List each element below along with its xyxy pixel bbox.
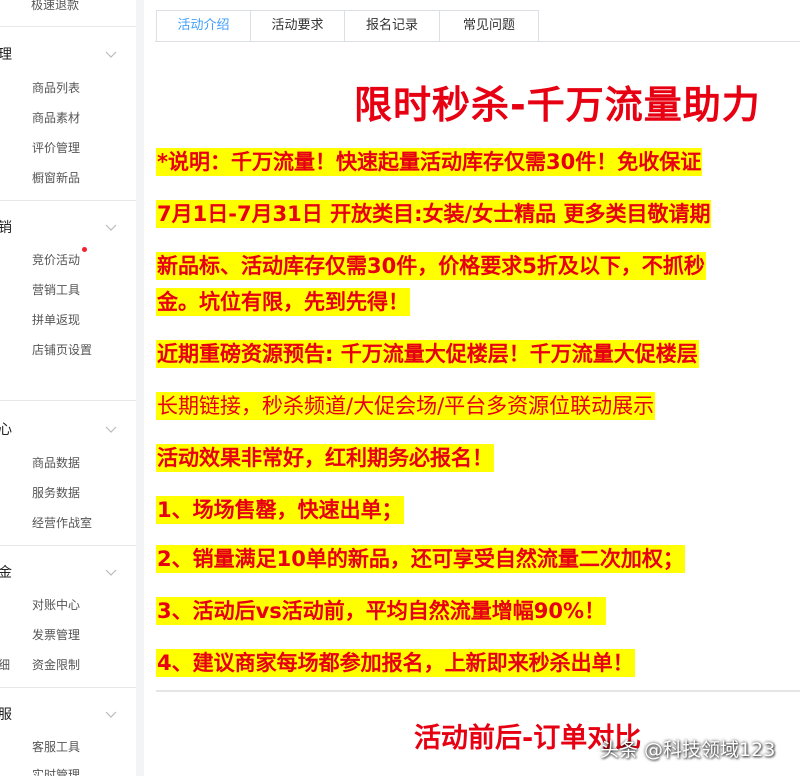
- promo-line: 1、场场售罄，快速出单；: [156, 496, 404, 524]
- sidebar-item-showcase[interactable]: 橱窗新品: [32, 169, 80, 186]
- layout-gutter: [136, 0, 144, 776]
- sidebar-group-title-service[interactable]: 服: [0, 704, 12, 724]
- sidebar-group-title-product[interactable]: 理: [0, 44, 12, 64]
- promo-line: 4、建议商家每场都参加报名，上新即来秒杀出单！: [156, 649, 635, 677]
- sidebar-divider: [0, 545, 136, 546]
- sidebar-item-product-material[interactable]: 商品素材: [32, 109, 80, 126]
- tab-activity-requirements[interactable]: 活动要求: [250, 10, 345, 41]
- sidebar-item-product-data[interactable]: 商品数据: [32, 454, 80, 471]
- sidebar-group-title-data[interactable]: 心: [0, 419, 12, 439]
- sidebar-divider: [0, 400, 136, 401]
- promo-line: 长期链接，秒杀频道/大促会场/平台多资源位联动展示: [156, 392, 656, 420]
- chevron-down-icon[interactable]: [104, 47, 118, 61]
- sidebar-item-service-data[interactable]: 服务数据: [32, 484, 80, 501]
- sidebar-item-cs-tools[interactable]: 客服工具: [32, 738, 80, 755]
- promo-line: 2、销量满足10单的新品，还可享受自然流量二次加权；: [156, 545, 685, 573]
- sidebar-item-bidding[interactable]: 竞价活动: [32, 251, 80, 268]
- promo-line: 3、活动后vs活动前，平均自然流量增幅90%！: [156, 597, 607, 625]
- watermark: 头条 @科技领域123: [600, 739, 776, 761]
- sidebar-item-refund[interactable]: 极速退款: [31, 0, 79, 13]
- content-divider: [156, 690, 800, 692]
- chevron-down-icon[interactable]: [104, 707, 118, 721]
- sidebar-item-store-settings[interactable]: 店铺页设置: [32, 341, 92, 358]
- sidebar-item-cashback[interactable]: 拼单返现: [32, 311, 80, 328]
- sidebar-side-label: 细: [0, 658, 11, 672]
- tab-signup-records[interactable]: 报名记录: [344, 10, 440, 41]
- promo-line: 活动效果非常好，红利期务必报名！: [156, 444, 494, 472]
- tab-activity-intro[interactable]: 活动介绍: [156, 10, 251, 42]
- sidebar-group-title-finance[interactable]: 金: [0, 562, 12, 582]
- main-panel: 活动介绍 活动要求 报名记录 常见问题 限时秒杀-千万流量助力 *说明：千万流量…: [144, 0, 800, 776]
- sidebar-group-title-marketing[interactable]: 销: [0, 217, 12, 237]
- promo-line: 金。坑位有限，先到先得！: [156, 288, 410, 316]
- notification-dot: [82, 247, 87, 252]
- sidebar-divider: [0, 200, 136, 201]
- promo-line: 新品标、活动库存仅需30件，价格要求5折及以下，不抓秒: [156, 252, 706, 280]
- promo-line: 7月1日-7月31日 开放类目:女装/女士精品 更多类目敬请期: [156, 200, 712, 228]
- sidebar-item-review[interactable]: 评价管理: [32, 139, 80, 156]
- sidebar-item-war-room[interactable]: 经营作战室: [32, 514, 92, 531]
- activity-content: 限时秒杀-千万流量助力 *说明：千万流量！快速起量活动库存仅需30件！免收保证 …: [156, 42, 800, 776]
- promo-line: 近期重磅资源预告: 千万流量大促楼层！千万流量大促楼层: [156, 340, 699, 368]
- promo-title: 限时秒杀-千万流量助力: [354, 83, 761, 127]
- sidebar-item-fund-limit[interactable]: 资金限制: [32, 656, 80, 673]
- chevron-down-icon[interactable]: [104, 220, 118, 234]
- sidebar-divider: [0, 687, 136, 688]
- sidebar-item-reconciliation[interactable]: 对账中心: [32, 596, 80, 613]
- chevron-down-icon[interactable]: [104, 422, 118, 436]
- tab-faq[interactable]: 常见问题: [439, 10, 539, 41]
- promo-line: *说明：千万流量！快速起量活动库存仅需30件！免收保证: [156, 148, 703, 176]
- sidebar: 极速退款 理 商品列表 商品素材 评价管理 橱窗新品 销 竞价活动 营销工具 拼…: [0, 0, 136, 776]
- sidebar-item-product-list[interactable]: 商品列表: [32, 79, 80, 96]
- sidebar-item-invoice[interactable]: 发票管理: [32, 626, 80, 643]
- sidebar-item-marketing-tools[interactable]: 营销工具: [32, 281, 80, 298]
- sidebar-divider: [0, 26, 136, 27]
- chevron-down-icon[interactable]: [104, 565, 118, 579]
- sidebar-item-realtime[interactable]: 实时管理: [32, 766, 80, 776]
